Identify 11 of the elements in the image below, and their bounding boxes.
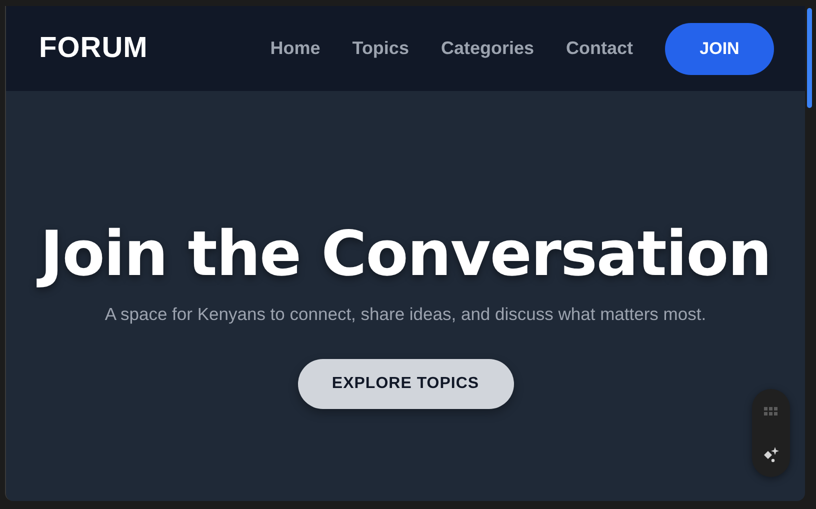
- nav-link[interactable]: Contact: [566, 38, 633, 59]
- join-button[interactable]: JOIN: [665, 22, 774, 74]
- scrollbar-thumb[interactable]: [807, 8, 812, 108]
- sparkle-icon[interactable]: [762, 446, 780, 463]
- nav-link[interactable]: Categories: [440, 38, 534, 59]
- grid-dots-icon[interactable]: [764, 407, 778, 416]
- nav-link[interactable]: Topics: [352, 38, 409, 59]
- explore-button[interactable]: EXPLORE TOPICS: [298, 359, 514, 409]
- site-logo[interactable]: FORUM: [39, 32, 148, 65]
- hero-subtitle: A space for Kenyans to connect, share ideas, and discuss what matters most.: [104, 304, 706, 325]
- nav-link[interactable]: Home: [270, 38, 320, 59]
